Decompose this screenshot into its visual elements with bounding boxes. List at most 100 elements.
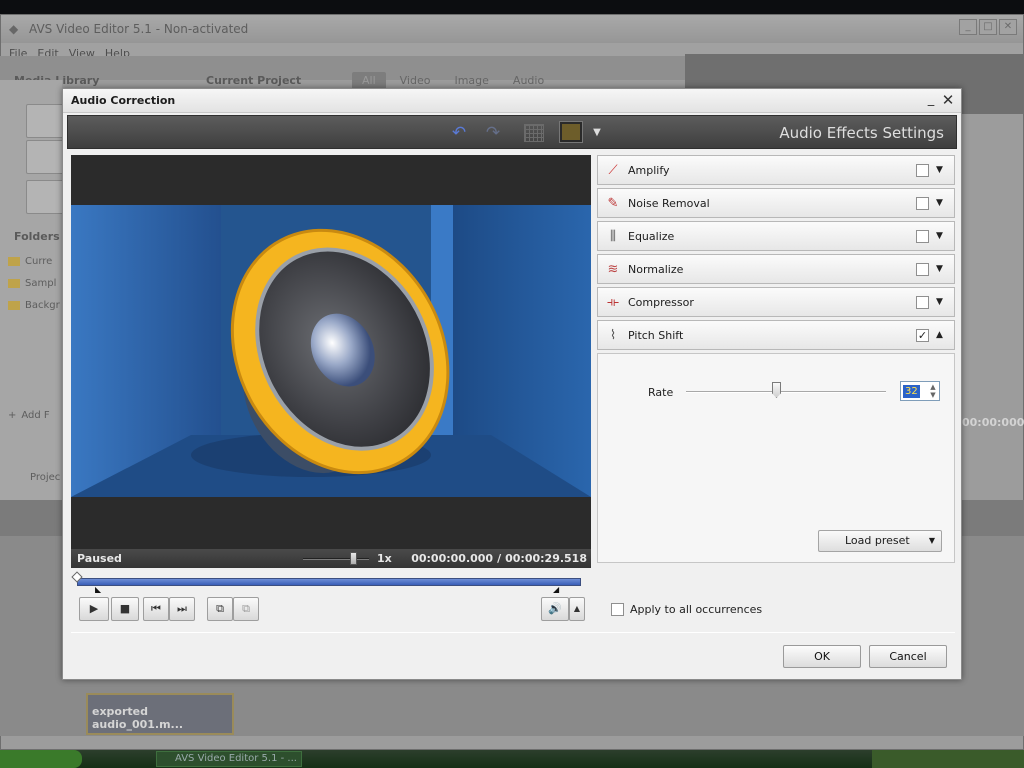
pitch-shift-settings: Rate 32 ▲ ▼ Load preset ▼ (597, 353, 955, 563)
effect-checkbox-noise-removal[interactable] (916, 197, 929, 210)
rate-slider-track[interactable] (686, 391, 886, 393)
timeline-audio-clip: exported audio_001.m... (86, 693, 234, 735)
effect-label: Amplify (628, 164, 670, 177)
effect-row-pitch-shift[interactable]: ⌇ Pitch Shift ✓ ▲ (597, 320, 955, 350)
speaker-scene-image (71, 205, 591, 497)
amplify-icon: ⟋ (608, 163, 618, 178)
collapse-arrow-icon[interactable]: ▲ (936, 330, 943, 340)
effect-label: Normalize (628, 263, 684, 276)
background-tool-icon (26, 140, 66, 174)
noise-removal-icon: ✎ (607, 196, 619, 211)
rate-label: Rate (648, 386, 674, 399)
filter-video: Video (399, 74, 431, 87)
playback-status: Paused (77, 552, 122, 565)
effect-checkbox-compressor[interactable] (916, 296, 929, 309)
background-maximize-icon: □ (979, 19, 997, 35)
mark-in-marker-icon[interactable]: ◣ (95, 585, 101, 594)
dialog-titlebar: Audio Correction _ ✕ (63, 89, 961, 113)
expand-arrow-icon[interactable]: ▼ (936, 297, 943, 307)
effect-row-amplify[interactable]: ⟋ Amplify ▼ (597, 155, 955, 185)
volume-arrow-button[interactable]: ▲ (569, 597, 585, 621)
redo-icon[interactable]: ↷ (482, 123, 504, 143)
effect-row-noise-removal[interactable]: ✎ Noise Removal ▼ (597, 188, 955, 218)
time-readout: 00:00:00.000/00:00:29.518 (411, 552, 587, 565)
effect-checkbox-normalize[interactable] (916, 263, 929, 276)
apply-to-all-option[interactable]: Apply to all occurrences (611, 603, 762, 616)
apply-to-all-checkbox[interactable] (611, 603, 624, 616)
apply-to-all-label: Apply to all occurrences (630, 603, 763, 616)
audio-correction-dialog: Audio Correction _ ✕ ↶ ↷ ▼ Audio Effects… (62, 88, 962, 680)
expand-arrow-icon[interactable]: ▼ (936, 165, 943, 175)
effect-label: Compressor (628, 296, 694, 309)
effect-checkbox-amplify[interactable] (916, 164, 929, 177)
speed-slider-track[interactable] (303, 558, 369, 560)
dialog-toolbar: ↶ ↷ ▼ Audio Effects Settings (67, 115, 957, 149)
normalize-icon: ≋ (607, 262, 619, 277)
load-preset-button[interactable]: Load preset ▼ (818, 530, 942, 552)
plus-icon: + (8, 410, 17, 421)
close-icon[interactable]: ✕ (940, 92, 956, 108)
app-icon: ◆ (9, 22, 19, 36)
system-tray (872, 750, 1024, 768)
background-close-icon: ✕ (999, 19, 1017, 35)
media-filter-tabs: All Video Image Audio (352, 72, 554, 89)
rate-slider-thumb[interactable] (772, 382, 781, 398)
video-preview (71, 155, 591, 568)
background-library-header (0, 56, 685, 80)
folder-icon (8, 279, 20, 288)
stop-button[interactable]: ■ (111, 597, 139, 621)
ok-button[interactable]: OK (783, 645, 861, 668)
folders-label: Folders (14, 230, 60, 243)
speed-slider-thumb[interactable] (349, 552, 357, 565)
folder-row-backgrounds: Backgr (8, 300, 60, 311)
add-folder-label: + Add F (8, 410, 50, 421)
video-frame (71, 205, 591, 497)
cancel-button[interactable]: Cancel (869, 645, 947, 668)
effects-panel: ⟋ Amplify ▼ ✎ Noise Removal ▼ ⫼ Equalize… (597, 155, 955, 563)
effect-row-compressor[interactable]: ⟛ Compressor ▼ (597, 287, 955, 317)
previous-frame-button[interactable]: ⏮ (143, 597, 169, 621)
project-label: Projec (30, 472, 60, 483)
start-button (0, 750, 82, 768)
current-project-label: Current Project (206, 74, 302, 87)
play-button[interactable]: ▶ (79, 597, 109, 621)
background-timecode: 00:00:000 (962, 416, 1024, 429)
volume-button[interactable]: 🔊 (541, 597, 569, 621)
folder-row-samples: Sampl (8, 278, 56, 289)
next-frame-button[interactable]: ⏭ (169, 597, 195, 621)
mark-out-button[interactable]: ⧉ (233, 597, 259, 621)
speed-label: 1x (377, 552, 392, 565)
grid-icon[interactable] (524, 124, 544, 142)
mark-in-button[interactable]: ⧉ (207, 597, 233, 621)
filter-image: Image (454, 74, 489, 87)
filter-audio: Audio (512, 74, 545, 87)
taskbar: AVS Video Editor 5.1 - ... (0, 750, 1024, 768)
monitor-icon[interactable] (559, 121, 583, 143)
monitor-dropdown-icon[interactable]: ▼ (586, 123, 608, 143)
mark-out-marker-icon[interactable]: ◢ (553, 585, 559, 594)
effect-row-equalize[interactable]: ⫼ Equalize ▼ (597, 221, 955, 251)
equalize-icon: ⫼ (610, 229, 616, 244)
folder-icon (8, 301, 20, 310)
undo-icon[interactable]: ↶ (448, 123, 470, 143)
time-separator: / (497, 552, 502, 565)
effect-row-normalize[interactable]: ≋ Normalize ▼ (597, 254, 955, 284)
expand-arrow-icon[interactable]: ▼ (936, 198, 943, 208)
effect-checkbox-equalize[interactable] (916, 230, 929, 243)
chevron-down-icon: ▼ (928, 536, 935, 545)
background-minimize-icon: _ (959, 19, 977, 35)
effect-checkbox-pitch-shift[interactable]: ✓ (916, 329, 929, 342)
load-preset-label: Load preset (845, 534, 910, 547)
expand-arrow-icon[interactable]: ▼ (936, 231, 943, 241)
pitch-shift-icon: ⌇ (609, 328, 617, 343)
minimize-icon[interactable]: _ (923, 92, 939, 108)
rate-spinner-icon[interactable]: ▲ ▼ (928, 383, 938, 399)
taskbar-app-button: AVS Video Editor 5.1 - ... (156, 751, 302, 767)
seek-track[interactable] (77, 578, 581, 586)
rate-value: 32 (903, 385, 920, 398)
preview-status-bar: Paused 1x 00:00:00.000/00:00:29.518 (71, 549, 591, 568)
effect-label: Noise Removal (628, 197, 710, 210)
expand-arrow-icon[interactable]: ▼ (936, 264, 943, 274)
seek-bar[interactable]: ◣ ◢ (71, 571, 585, 594)
effect-label: Equalize (628, 230, 675, 243)
